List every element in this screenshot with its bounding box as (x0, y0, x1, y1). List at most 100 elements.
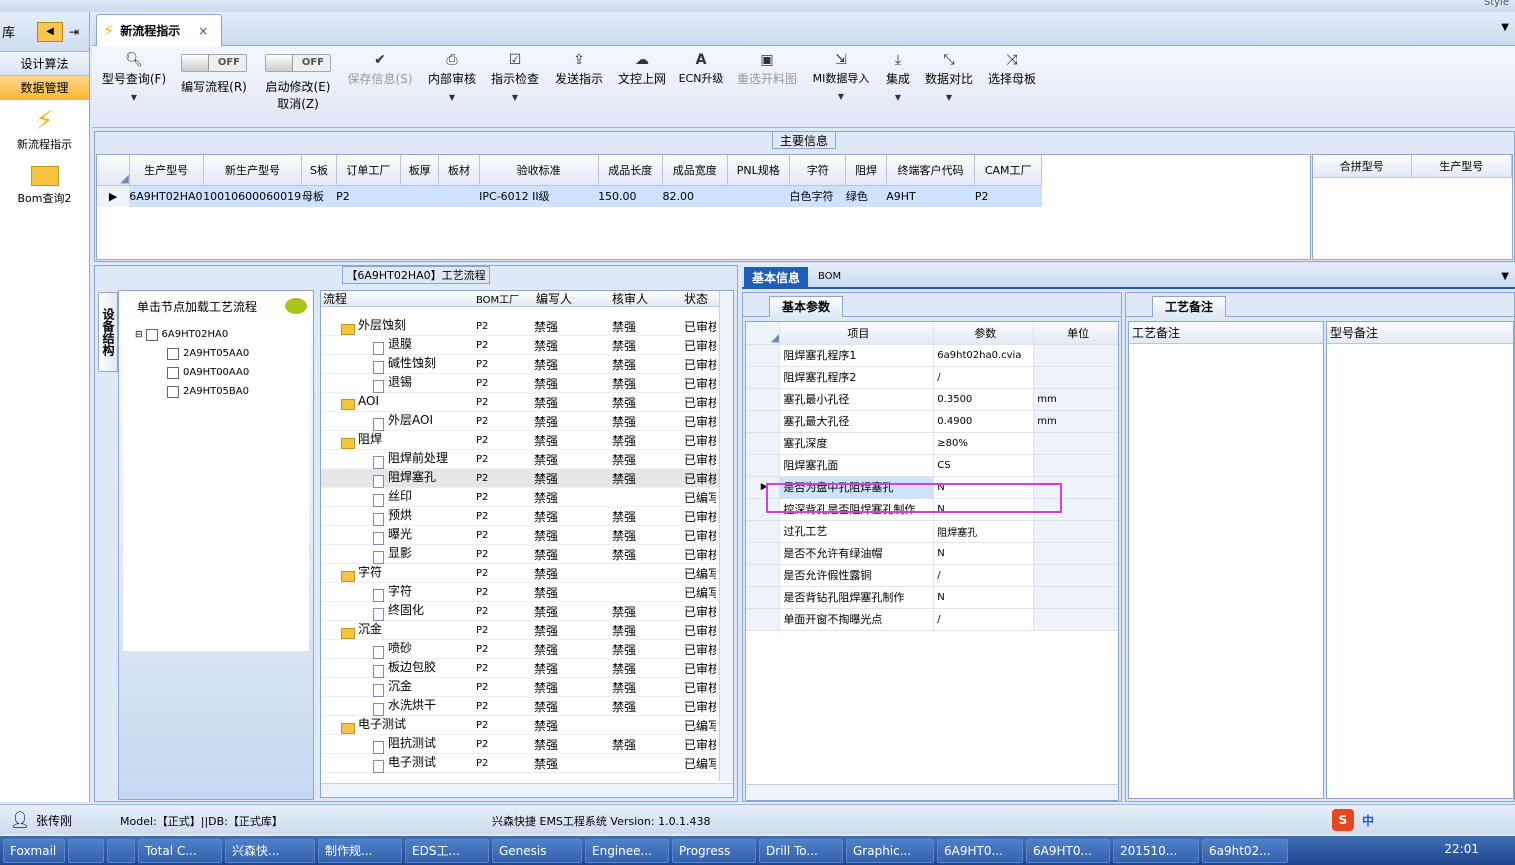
flow-row[interactable]: 碱性蚀刻 P2 禁强 禁强 已审核 (321, 355, 733, 374)
taskbar-item[interactable]: 201510... (1113, 838, 1199, 863)
flow-row[interactable]: 丝印 P2 禁强 已编写 (321, 488, 733, 507)
process-flow-grid[interactable]: 流程 BOM工厂 编写人 核审人 状态 外层蚀刻P2禁强禁强已审核退膜P2禁强禁… (320, 290, 734, 798)
col-header[interactable]: PNL规格 (727, 155, 791, 186)
flow-row[interactable]: 退膜 P2 禁强 禁强 已审核 (321, 336, 733, 355)
doc-control-online-button[interactable]: ☁ 文控上网 (616, 50, 668, 87)
cancel-label[interactable]: 取消(Z) (260, 95, 336, 112)
flow-row[interactable]: AOI P2 禁强 禁强 已审核 (321, 393, 733, 412)
property-row[interactable]: 塞孔最大孔径 0.4900 mm (746, 410, 1118, 433)
col-header[interactable]: 字符 (789, 155, 847, 186)
taskbar-item[interactable]: Genesis (492, 838, 582, 863)
nav-back-button[interactable]: ◀ (37, 21, 64, 42)
vertical-scrollbar[interactable] (719, 291, 733, 781)
ecn-upgrade-button[interactable]: A ECN升级 (676, 50, 726, 86)
mi-data-import-button[interactable]: ⇲ MI数据导入 ▼ (808, 50, 874, 101)
flow-row[interactable]: 显影 P2 禁强 禁强 已审核 (321, 545, 733, 564)
clock[interactable]: 22:01 (1444, 842, 1479, 856)
taskbar-item[interactable] (68, 838, 104, 863)
nav-tile-bom-query[interactable]: Bom查询2 (0, 166, 89, 206)
col-header[interactable]: 生产型号 (129, 155, 204, 186)
flow-row[interactable]: 沉金 P2 禁强 禁强 已审核 (321, 621, 733, 640)
flow-row[interactable]: 阻抗测试 P2 禁强 禁强 已审核 (321, 735, 733, 754)
col-header[interactable]: 单位 (1033, 322, 1118, 345)
instruction-check-button[interactable]: ☑ 指示检查 ▼ (488, 50, 542, 102)
col-header[interactable]: 成品长度 (598, 155, 664, 186)
tab-new-flow-instruction[interactable]: ⚡ 新流程指示 × (96, 14, 222, 46)
flow-row[interactable]: 电子测试 P2 禁强 已编写 (321, 754, 733, 773)
property-row[interactable]: 塞孔深度 ≥80% (746, 432, 1118, 455)
col-header[interactable]: 订单工厂 (336, 155, 402, 186)
flow-row[interactable]: 板边包胶 P2 禁强 禁强 已审核 (321, 659, 733, 678)
table-row[interactable]: ▶ 6A9HT02HA0 10010600060019 母板 P2 IPC-60… (97, 185, 1042, 207)
property-value[interactable]: / (933, 608, 1035, 631)
flow-row[interactable]: 电子测试 P2 禁强 已编写 (321, 716, 733, 735)
flow-row[interactable]: 终固化 P2 禁强 禁强 已审核 (321, 602, 733, 621)
flow-row[interactable]: 字符 P2 禁强 已编写 (321, 564, 733, 583)
property-value[interactable]: 0.4900 (933, 410, 1035, 433)
property-row[interactable]: 是否允许假性露铜 / (746, 564, 1118, 587)
model-query-button[interactable]: 🔍︎ 型号查询(F) ▼ (98, 50, 170, 102)
col-header[interactable]: 编写人 (530, 291, 604, 307)
property-row[interactable]: 过孔工艺 阻焊塞孔 (746, 520, 1118, 543)
property-row[interactable]: 是否背钻孔阻焊塞孔制作 N (746, 586, 1118, 609)
col-header[interactable]: 核审人 (604, 291, 680, 307)
model-remarks-field[interactable]: 型号备注 (1326, 321, 1514, 799)
nav-item-data-management[interactable]: 数据管理 (0, 76, 89, 100)
write-flow-toggle[interactable]: OFF 编写流程(R) (176, 50, 252, 95)
start-modify-toggle[interactable]: OFF 启动修改(E) 取消(Z) (260, 50, 336, 112)
ime-logo-icon[interactable]: S (1332, 809, 1354, 831)
integrate-button[interactable]: ⤓ 集成 ▼ (882, 50, 914, 102)
property-value[interactable]: / (933, 366, 1035, 389)
col-header[interactable]: 流程 (321, 291, 476, 307)
property-value[interactable]: N (933, 542, 1035, 565)
checkbox[interactable] (167, 347, 179, 360)
chevron-down-icon[interactable]: ▼ (1501, 271, 1509, 282)
property-value[interactable]: / (933, 564, 1035, 587)
flow-row[interactable]: 沉金 P2 禁强 禁强 已审核 (321, 678, 733, 697)
col-header[interactable]: 成品宽度 (662, 155, 728, 186)
property-value[interactable]: 6a9ht02ha0.cvia (933, 344, 1035, 367)
taskbar-item[interactable]: 制作规... (318, 838, 402, 863)
col-header[interactable]: BOM工厂 (476, 291, 530, 306)
main-info-grid[interactable]: ◢ 生产型号 新生产型号 S板 订单工厂 板厚 板材 验收标准 成品长度 成品宽… (96, 154, 1311, 260)
toggle-off-switch[interactable]: OFF (181, 54, 247, 72)
nav-exit-icon[interactable]: ⇥ (69, 25, 79, 39)
tree-node[interactable]: 2A9HT05BA0 (123, 382, 309, 401)
taskbar-item[interactable]: 6A9HT0... (1026, 838, 1110, 863)
col-header[interactable]: 合拼型号 (1313, 155, 1412, 178)
col-header[interactable]: 验收标准 (479, 155, 599, 186)
toggle-off-switch[interactable]: OFF (265, 54, 331, 72)
checkbox[interactable] (145, 328, 158, 341)
property-row[interactable]: 单面开窗不掏曝光点 / (746, 608, 1118, 631)
col-header[interactable]: 新生产型号 (203, 155, 303, 186)
taskbar-item[interactable] (107, 838, 135, 863)
flow-row[interactable]: 外层蚀刻 P2 禁强 禁强 已审核 (321, 317, 733, 336)
col-header[interactable]: 终端客户代码 (886, 155, 976, 186)
property-value[interactable]: N (933, 586, 1035, 609)
col-header[interactable]: 阻焊 (845, 155, 887, 186)
tab-basic-info[interactable]: 基本信息 (744, 267, 808, 289)
property-row[interactable]: 是否不允许有绿油帽 N (746, 542, 1118, 565)
taskbar-item[interactable]: 6a9ht02... (1202, 838, 1288, 863)
property-value[interactable]: 0.3500 (933, 388, 1035, 411)
nav-item-design-algorithm[interactable]: 设计算法 (0, 52, 89, 76)
select-motherboard-button[interactable]: ⤨ 选择母板 (986, 50, 1038, 87)
data-compare-button[interactable]: ⤡ 数据对比 ▼ (922, 50, 976, 102)
flow-row[interactable]: 字符 P2 禁强 已编写 (321, 583, 733, 602)
tree-node[interactable]: 2A9HT05AA0 (123, 344, 309, 363)
flow-row[interactable]: 外层AOI P2 禁强 禁强 已审核 (321, 412, 733, 431)
structure-tree[interactable]: ⊟ 6A9HT02HA0 2A9HT05AA0 0A9HT00AA0 2A9HT0… (123, 321, 309, 651)
flow-row[interactable]: 阻焊塞孔 P2 禁强 禁强 已审核 (321, 469, 733, 488)
property-grid[interactable]: ◢ 项目 参数 单位 阻焊塞孔程序1 6a9ht02ha0.cvia 阻焊塞孔程序2… (745, 321, 1119, 801)
flow-row[interactable]: 预烘 P2 禁强 禁强 已审核 (321, 507, 733, 526)
flow-row[interactable]: 喷砂 P2 禁强 禁强 已审核 (321, 640, 733, 659)
col-header[interactable]: 状态 (680, 291, 716, 307)
send-instruction-button[interactable]: ⇪ 发送指示 (552, 50, 606, 87)
reselect-cutting-drawing-button[interactable]: ▣ 重选开料图 (734, 50, 800, 87)
equipment-structure-tab[interactable]: 设备结构 (98, 292, 118, 372)
tree-node[interactable]: 0A9HT00AA0 (123, 363, 309, 382)
property-row[interactable]: 阻焊塞孔程序2/ (746, 366, 1118, 389)
taskbar-item[interactable]: 6A9HT0... (937, 838, 1023, 863)
checkbox[interactable] (167, 366, 179, 379)
taskbar-item[interactable]: Foxmail (3, 838, 65, 863)
